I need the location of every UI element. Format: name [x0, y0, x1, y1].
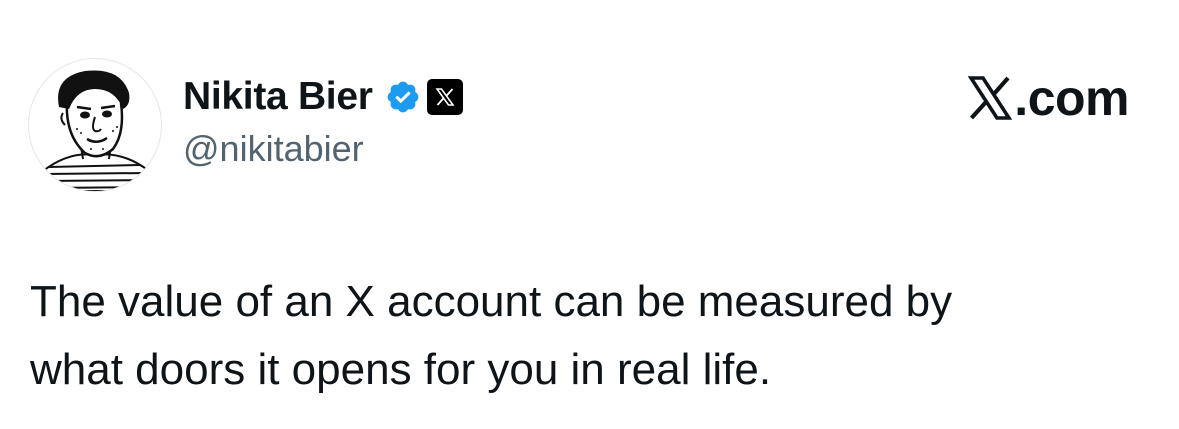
tweet-body: The value of an X account can be measure… [30, 268, 1150, 404]
brand-logo: .com [967, 70, 1129, 126]
tweet-line: The value of an X account can be measure… [30, 277, 953, 326]
verified-badge-icon[interactable] [385, 79, 421, 115]
brand-domain-text: .com [1014, 70, 1129, 126]
tweet-line: what doors it opens for you in real life… [30, 345, 772, 394]
author-name-row: Nikita Bier [183, 72, 463, 122]
x-logo-badge-icon[interactable] [426, 79, 463, 115]
author-display-name[interactable]: Nikita Bier [183, 75, 373, 119]
tweet-card: Nikita Bier @nikitabier .com The value o… [0, 0, 1179, 429]
avatar[interactable] [28, 58, 162, 192]
author-handle[interactable]: @nikitabier [183, 128, 364, 170]
x-logo-icon [967, 75, 1013, 121]
avatar-sketch [42, 70, 150, 191]
